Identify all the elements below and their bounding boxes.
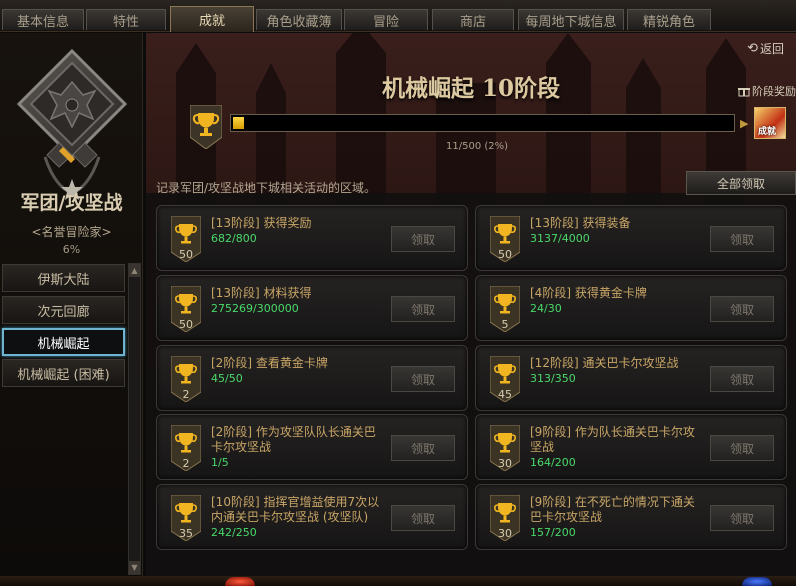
- trophy-badge-icon: [190, 105, 222, 149]
- achievement-title: [13阶段] 材料获得 275269/300000: [211, 286, 386, 316]
- achievement-progress: 682/800: [211, 232, 257, 245]
- achievement-points: 5: [501, 318, 509, 331]
- tab-traits[interactable]: 特性: [86, 9, 166, 30]
- achievement-title-text: [9阶段] 作为队长通关巴卡尔攻坚战: [530, 425, 695, 454]
- category-item-dimension-corridor[interactable]: 次元回廊: [2, 296, 125, 324]
- tab-adventure[interactable]: 冒险: [344, 9, 428, 30]
- achievement-points: 2: [182, 457, 190, 470]
- tab-character-collection[interactable]: 角色收藏簿: [256, 9, 342, 30]
- achievement-card: 2 [2阶段] 查看黄金卡牌 45/50 领取: [156, 345, 468, 411]
- achievement-progress-fill: [233, 117, 245, 129]
- claim-button[interactable]: 领取: [391, 296, 455, 322]
- category-item-mechanical-rise-hard[interactable]: 机械崛起 (困难): [2, 359, 125, 387]
- claim-button[interactable]: 领取: [391, 226, 455, 252]
- achievement-points: 2: [182, 388, 190, 401]
- achievement-card: 5 [4阶段] 获得黄金卡牌 24/30 领取: [475, 275, 787, 341]
- stage-title: 机械崛起 10阶段: [381, 75, 560, 102]
- achievement-progress: 313/350: [530, 372, 576, 385]
- stage-reward-item[interactable]: 成就: [754, 107, 786, 139]
- claim-button[interactable]: 领取: [710, 505, 774, 531]
- bottom-hud-strip: [0, 576, 796, 586]
- achievement-progress: 24/30: [530, 302, 562, 315]
- achievement-title-text: [13阶段] 获得奖励: [211, 216, 312, 230]
- tab-basic-info[interactable]: 基本信息: [2, 9, 84, 30]
- achievement-title-text: [13阶段] 材料获得: [211, 286, 312, 300]
- tab-bar: 基本信息 特性 成就 角色收藏簿 冒险 商店 每周地下城信息 精锐角色: [0, 0, 796, 32]
- category-item-isle[interactable]: 伊斯大陆: [2, 264, 125, 292]
- claim-button[interactable]: 领取: [710, 366, 774, 392]
- achievement-points: 50: [179, 248, 193, 261]
- tab-weekly-dungeon[interactable]: 每周地下城信息: [518, 9, 624, 30]
- claim-button[interactable]: 领取: [710, 435, 774, 461]
- achievement-points: 45: [498, 388, 512, 401]
- achievement-title: [10阶段] 指挥官增益使用7次以内通关巴卡尔攻坚战 (攻坚队) 242/250: [211, 495, 386, 540]
- achievement-title: [9阶段] 作为队长通关巴卡尔攻坚战 164/200: [530, 425, 705, 470]
- claim-button[interactable]: 领取: [710, 226, 774, 252]
- achievement-card: 50 [13阶段] 材料获得 275269/300000 领取: [156, 275, 468, 341]
- return-arrow-icon: ⟲: [747, 41, 758, 56]
- achievement-points: 30: [498, 527, 512, 540]
- category-item-mechanical-rise[interactable]: 机械崛起: [2, 328, 125, 356]
- claim-button[interactable]: 领取: [391, 366, 455, 392]
- achievement-progress: 275269/300000: [211, 302, 299, 315]
- achievement-card: 50 [13阶段] 获得奖励 682/800 领取: [156, 205, 468, 271]
- achievement-progress: 164/200: [530, 456, 576, 469]
- achievement-title: [9阶段] 在不死亡的情况下通关巴卡尔攻坚战 157/200: [530, 495, 705, 540]
- achievement-points: 50: [179, 318, 193, 331]
- achievement-title: [4阶段] 获得黄金卡牌 24/30: [530, 286, 705, 316]
- progress-text: 11/500 (2%): [446, 141, 509, 152]
- achievement-title: [13阶段] 获得装备 3137/4000: [530, 216, 705, 246]
- claim-button[interactable]: 领取: [391, 435, 455, 461]
- gift-icon: [738, 88, 750, 97]
- achievement-progress: 242/250: [211, 526, 257, 539]
- achievement-progress-bar: [230, 114, 735, 132]
- achievement-points: 50: [498, 248, 512, 261]
- achievement-card: 30 [9阶段] 作为队长通关巴卡尔攻坚战 164/200 领取: [475, 414, 787, 480]
- achievement-progress: 157/200: [530, 526, 576, 539]
- legion-emblem-icon: [16, 48, 128, 200]
- claim-button[interactable]: 领取: [710, 296, 774, 322]
- achievement-progress: 45/50: [211, 372, 243, 385]
- honor-title: <名誉冒险家>: [31, 225, 112, 239]
- achievement-card: 50 [13阶段] 获得装备 3137/4000 领取: [475, 205, 787, 271]
- achievement-card: 2 [2阶段] 作为攻坚队队长通关巴卡尔攻坚战 1/5 领取: [156, 414, 468, 480]
- category-description: 记录军团/攻坚战地下城相关活动的区域。: [156, 181, 377, 195]
- arrow-right-icon: ▶: [740, 117, 749, 130]
- achievement-title: [12阶段] 通关巴卡尔攻坚战 313/350: [530, 356, 705, 386]
- achievement-title-text: [4阶段] 获得黄金卡牌: [530, 286, 647, 300]
- achievement-progress: 1/5: [211, 456, 229, 469]
- achievement-card: 45 [12阶段] 通关巴卡尔攻坚战 313/350 领取: [475, 345, 787, 411]
- achievement-title-text: [12阶段] 通关巴卡尔攻坚战: [530, 356, 679, 370]
- achievement-card: 35 [10阶段] 指挥官增益使用7次以内通关巴卡尔攻坚战 (攻坚队) 242/25…: [156, 484, 468, 550]
- hp-orb-icon: [225, 577, 255, 586]
- achievement-progress: 3137/4000: [530, 232, 590, 245]
- achievement-title-text: [10阶段] 指挥官增益使用7次以内通关巴卡尔攻坚战 (攻坚队): [211, 495, 380, 524]
- category-panel: 军团/攻坚战 <名誉冒险家> 6% 伊斯大陆 次元回廊 机械崛起 机械崛起 (困…: [0, 33, 143, 576]
- achievement-title: [2阶段] 查看黄金卡牌 45/50: [211, 356, 386, 386]
- claim-button[interactable]: 领取: [391, 505, 455, 531]
- scroll-down-icon[interactable]: ▼: [129, 561, 140, 574]
- achievement-title-text: [9阶段] 在不死亡的情况下通关巴卡尔攻坚战: [530, 495, 695, 524]
- category-scrollbar[interactable]: ▲ ▼: [128, 263, 141, 575]
- claim-all-button[interactable]: 全部领取: [686, 171, 796, 195]
- achievement-points: 30: [498, 457, 512, 470]
- achievement-title-text: [2阶段] 作为攻坚队队长通关巴卡尔攻坚战: [211, 425, 376, 454]
- achievement-title: [13阶段] 获得奖励 682/800: [211, 216, 386, 246]
- tab-achievements[interactable]: 成就: [170, 6, 254, 32]
- mp-orb-icon: [742, 577, 772, 586]
- achievement-panel: ⟲ 返回 机械崛起 10阶段 阶段奖励 ▶ 成就 11/500 (2%) 记录军…: [146, 33, 796, 578]
- achievement-title-text: [13阶段] 获得装备: [530, 216, 631, 230]
- stage-reward-button[interactable]: 阶段奖励: [738, 83, 796, 99]
- category-percent: 6%: [62, 243, 81, 256]
- scroll-up-icon[interactable]: ▲: [129, 264, 140, 277]
- tab-shop[interactable]: 商店: [432, 9, 514, 30]
- achievement-card: 30 [9阶段] 在不死亡的情况下通关巴卡尔攻坚战 157/200 领取: [475, 484, 787, 550]
- category-title: 军团/攻坚战: [20, 192, 123, 214]
- achievement-title: [2阶段] 作为攻坚队队长通关巴卡尔攻坚战 1/5: [211, 425, 386, 470]
- achievement-points: 35: [179, 527, 193, 540]
- achievement-title-text: [2阶段] 查看黄金卡牌: [211, 356, 328, 370]
- back-button[interactable]: ⟲ 返回: [747, 40, 784, 57]
- tab-elite-character[interactable]: 精锐角色: [627, 9, 711, 30]
